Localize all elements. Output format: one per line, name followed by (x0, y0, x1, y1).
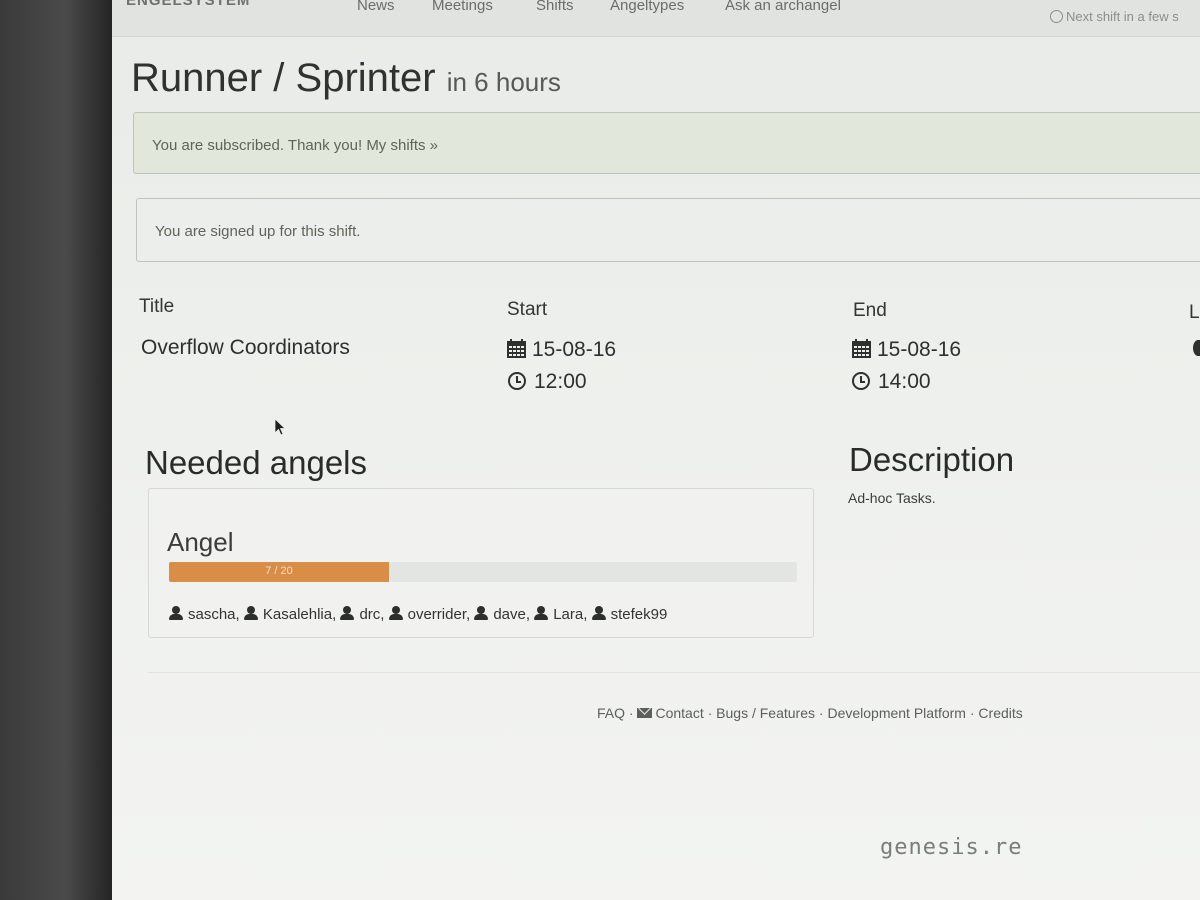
footer: FAQ · Contact · Bugs / Features · Develo… (597, 705, 1023, 721)
user-icon (340, 606, 355, 620)
start-time: 12:00 (508, 370, 587, 394)
nav-shifts[interactable]: Shifts (536, 0, 574, 14)
map-marker-icon (1193, 340, 1200, 356)
footer-dev-platform-link[interactable]: Development Platform (827, 705, 966, 721)
brand-logo[interactable]: ENGELSYSTEM (126, 0, 250, 9)
watermark: genesis.re (880, 835, 1023, 860)
footer-credits-link[interactable]: Credits (978, 705, 1022, 721)
end-date: 15-08-16 (852, 338, 961, 362)
clock-icon (852, 372, 870, 390)
list-separator: , (235, 606, 244, 623)
angel-user-link[interactable]: stefek99 (611, 606, 668, 623)
alert-subscribed-text: You are subscribed. Thank you! (152, 137, 363, 154)
alert-signed-up-text: You are signed up for this shift. (155, 223, 361, 240)
footer-bugs-link[interactable]: Bugs / Features (716, 705, 815, 721)
footer-contact-link[interactable]: Contact (655, 705, 703, 721)
nav-ask-archangel[interactable]: Ask an archangel (725, 0, 841, 14)
clock-icon (508, 372, 526, 390)
location-label: L (1189, 302, 1200, 323)
list-separator: , (583, 606, 592, 623)
signed-up-angels-list: sascha, Kasalehlia, drc, overrider, dave… (169, 606, 667, 623)
user-icon (591, 606, 606, 620)
angel-user-link[interactable]: dave (493, 606, 526, 623)
next-shift-indicator[interactable]: Next shift in a few s (1050, 9, 1179, 24)
my-shifts-link[interactable]: My shifts » (366, 137, 438, 154)
end-date-text: 15-08-16 (877, 338, 962, 361)
user-icon (243, 606, 258, 620)
user-icon (388, 606, 403, 620)
angel-user-link[interactable]: overrider (408, 606, 466, 623)
envelope-icon (637, 708, 653, 718)
angel-user-link[interactable]: Kasalehlia (263, 606, 332, 623)
angeltype-panel: Angel 7 / 20 sascha, Kasalehlia, drc, ov… (148, 488, 814, 638)
list-separator: , (332, 606, 341, 623)
mouse-cursor-icon (274, 418, 287, 436)
progress-label: 7 / 20 (265, 565, 293, 577)
angel-user-link[interactable]: Lara (553, 606, 583, 623)
browser-viewport: ENGELSYSTEM News Meetings Shifts Angelty… (112, 0, 1200, 900)
page-title: Runner / Sprinter in 6 hours (131, 56, 561, 101)
shift-time-until: in 6 hours (446, 67, 561, 97)
user-icon (534, 606, 549, 620)
user-icon (169, 606, 183, 620)
list-separator: , (465, 606, 475, 623)
end-label: End (853, 300, 887, 321)
footer-separator: · (818, 705, 824, 721)
angels-progress-bar: 7 / 20 (169, 562, 797, 582)
calendar-icon (507, 339, 526, 358)
top-navbar: ENGELSYSTEM News Meetings Shifts Angelty… (112, 0, 1200, 37)
start-date-text: 15-08-16 (532, 338, 617, 361)
end-time: 14:00 (852, 370, 931, 394)
alert-subscribed: You are subscribed. Thank you! My shifts… (133, 112, 1200, 174)
footer-separator: · (969, 705, 975, 721)
list-separator: , (525, 606, 535, 623)
footer-faq-link[interactable]: FAQ (597, 705, 625, 721)
nav-news[interactable]: News (357, 0, 395, 14)
nav-meetings[interactable]: Meetings (432, 0, 493, 14)
end-time-text: 14:00 (878, 370, 931, 393)
angel-user-link[interactable]: sascha (188, 606, 236, 623)
title-label: Title (139, 296, 175, 317)
title-value: Overflow Coordinators (141, 336, 350, 359)
start-date: 15-08-16 (507, 338, 616, 362)
footer-separator: · (628, 705, 634, 721)
angeltype-name[interactable]: Angel (167, 527, 234, 558)
alert-signed-up: You are signed up for this shift. (136, 198, 1200, 262)
user-icon (474, 606, 489, 620)
clock-icon (1050, 10, 1063, 23)
calendar-icon (852, 339, 871, 358)
description-heading: Description (849, 441, 1015, 478)
footer-separator: · (707, 705, 713, 721)
list-separator: , (380, 606, 389, 623)
next-shift-text: Next shift in a few s (1066, 9, 1179, 24)
description-text: Ad-hoc Tasks. (848, 490, 936, 506)
monitor-bezel (0, 0, 118, 900)
shift-type-title: Runner / Sprinter (131, 56, 436, 100)
start-label: Start (507, 299, 548, 320)
needed-angels-heading: Needed angels (145, 444, 368, 481)
nav-angeltypes[interactable]: Angeltypes (610, 0, 684, 14)
angel-user-link[interactable]: drc (359, 606, 380, 623)
start-time-text: 12:00 (534, 370, 587, 393)
footer-divider (148, 672, 1200, 673)
